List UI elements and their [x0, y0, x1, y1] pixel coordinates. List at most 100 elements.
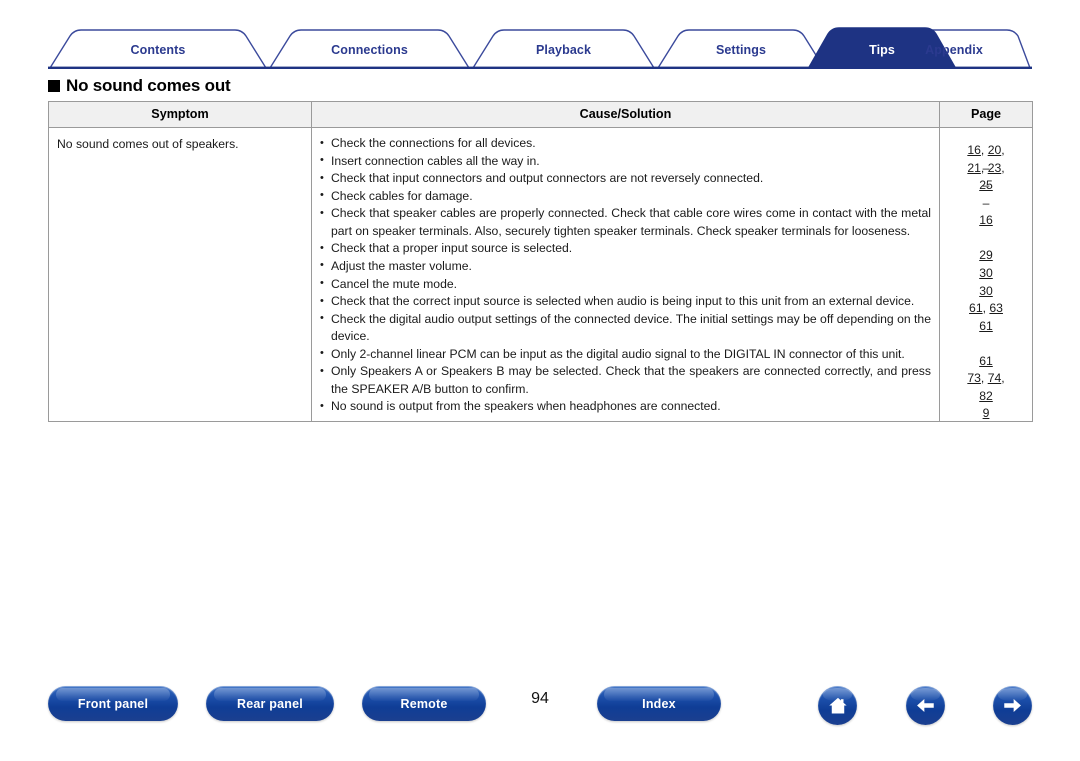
page-reference-row: – [940, 177, 1032, 195]
front-panel-label: Front panel [77, 696, 149, 711]
page-link[interactable]: 73 [967, 371, 981, 385]
page-link[interactable]: 9 [983, 406, 990, 420]
column-header-symptom: Symptom [48, 101, 312, 128]
table-body: No sound comes out of speakers. Check th… [48, 127, 1033, 422]
page-reference-none: – [982, 160, 990, 175]
page-reference-row: 29 [940, 247, 1032, 265]
cause-bullet-text: Check that input connectors and output c… [331, 171, 764, 186]
page-reference-group: 29 [940, 247, 1032, 265]
index-button[interactable]: Index [597, 686, 721, 721]
cause-bullet-text: Check that the correct input source is s… [331, 294, 915, 309]
cause-bullet-text: Adjust the master volume. [331, 258, 472, 273]
cause-bullet-text: Check that a proper input source is sele… [331, 241, 573, 256]
tab-playback-label: Playback [535, 43, 591, 57]
cause-bullet-text: Check the connections for all devices. [331, 136, 536, 150]
back-button[interactable] [906, 686, 945, 725]
table-row: No sound comes out of speakers. Check th… [48, 127, 1033, 422]
page-reference-row: 73, 74, [940, 370, 1032, 388]
page-reference-group: – [940, 177, 1032, 195]
page-link[interactable]: 61 [979, 354, 993, 368]
page-separator: , [1001, 371, 1005, 386]
page-reference-group: – [940, 195, 1032, 213]
page-reference-row: 16, 20, [940, 142, 1032, 160]
page-reference-row: – [940, 195, 1032, 213]
page-reference-row: 61 [940, 353, 1032, 371]
cause-bullet-text: Insert connection cables all the way in. [331, 153, 540, 168]
cause-bullet-text: Check the digital audio output settings … [331, 311, 931, 344]
page-reference-row: 61 [940, 318, 1032, 336]
page-link[interactable]: 30 [979, 284, 993, 298]
table-header-row: Symptom Cause/Solution Page [48, 101, 1033, 128]
cause-cell: Check the connections for all devices. In… [311, 127, 940, 422]
page-reference-none: – [982, 178, 990, 193]
rear-panel-button[interactable]: Rear panel [206, 686, 334, 721]
arrow-right-icon [1004, 698, 1021, 713]
cause-bullet-item: Only Speakers A or Speakers B may be sel… [320, 363, 931, 398]
tab-contents-label: Contents [130, 43, 186, 57]
section-heading: No sound comes out [48, 76, 231, 96]
cause-bullet-text: No sound is output from the speakers whe… [331, 399, 721, 414]
page-link[interactable]: 61 [979, 319, 993, 333]
cause-bullet-item: Check that input connectors and output c… [320, 170, 931, 188]
remote-label: Remote [400, 696, 448, 711]
cause-bullet-text: Only Speakers A or Speakers B may be sel… [331, 364, 931, 396]
tab-settings[interactable]: Settings [658, 27, 824, 69]
cause-bullet-item: Check that a proper input source is sele… [320, 240, 931, 258]
front-panel-button[interactable]: Front panel [48, 686, 178, 721]
section-heading-text: No sound comes out [66, 76, 231, 95]
symptom-cell: No sound comes out of speakers. [48, 127, 312, 422]
home-button[interactable] [818, 686, 857, 725]
page-link[interactable]: 63 [989, 301, 1003, 315]
page-reference-list: 16, 20, 21, 23, 25– – –16 29 30 30 61, 63 61 61 73,… [940, 128, 1032, 421]
cause-bullet-item: Only 2-channel linear PCM can be input a… [320, 345, 931, 364]
page-reference-group: 9 [940, 405, 1032, 423]
footer-navigation: Front panel Rear panel Remote 94 Index [0, 686, 1080, 736]
tab-appendix[interactable]: Appendix [878, 27, 1030, 69]
cause-bullet-item: Check that speaker cables are properly c… [320, 205, 931, 240]
page-reference-group: 73, 74, 82 [940, 370, 1032, 405]
page-cell: 16, 20, 21, 23, 25– – –16 29 30 30 61, 63 61 61 73,… [939, 127, 1033, 422]
cause-bullet-item: Insert connection cables all the way in. [320, 152, 931, 171]
page-reference-row: 30 [940, 283, 1032, 301]
tab-connections[interactable]: Connections [270, 27, 469, 69]
column-header-cause: Cause/Solution [311, 101, 940, 128]
cause-bullet-text: Check cables for damage. [331, 188, 473, 203]
page-reference-row: – [940, 160, 1032, 178]
next-button[interactable] [993, 686, 1032, 725]
cause-bullet-item: Check cables for damage. [320, 187, 931, 206]
page-link[interactable]: 16 [979, 213, 993, 227]
rear-panel-label: Rear panel [237, 696, 303, 711]
tab-connections-label: Connections [331, 43, 408, 57]
remote-button[interactable]: Remote [362, 686, 486, 721]
page-link[interactable]: 29 [979, 248, 993, 262]
index-label: Index [642, 696, 676, 711]
tab-contents[interactable]: Contents [50, 27, 266, 69]
page-link[interactable]: 30 [979, 266, 993, 280]
square-bullet-icon [48, 80, 60, 92]
cause-bullet-list: Check the connections for all devices. In… [312, 128, 939, 421]
page-reference-none: – [982, 195, 990, 210]
page-link[interactable]: 74 [988, 371, 1002, 385]
tab-settings-label: Settings [715, 43, 767, 57]
page-reference-row: 9 [940, 405, 1032, 423]
tab-playback[interactable]: Playback [473, 27, 654, 69]
page-reference-group: 61 [940, 318, 1032, 336]
symptom-table: Symptom Cause/Solution Page No sound com… [48, 101, 1033, 422]
cause-bullet-item: Check that the correct input source is s… [320, 293, 931, 311]
page-reference-row: 16 [940, 212, 1032, 230]
page-reference-group: 61 [940, 353, 1032, 371]
arrow-left-icon [917, 698, 934, 713]
page-link[interactable]: 61 [969, 301, 983, 315]
tab-bar: Contents Connections Playback Settings T… [48, 27, 1032, 69]
column-header-page: Page [939, 101, 1033, 128]
page-reference-group: – [940, 160, 1032, 178]
cause-bullet-text: Cancel the mute mode. [331, 276, 458, 291]
page-reference-row: 61, 63 [940, 300, 1032, 318]
page-link[interactable]: 20 [988, 143, 1002, 157]
page-reference-group: 61, 63 [940, 300, 1032, 318]
page-number: 94 [531, 690, 549, 707]
page-link[interactable]: 82 [979, 389, 993, 403]
page-separator: , [1001, 143, 1005, 157]
tab-appendix-label: Appendix [925, 43, 983, 57]
page-link[interactable]: 16 [967, 143, 981, 157]
